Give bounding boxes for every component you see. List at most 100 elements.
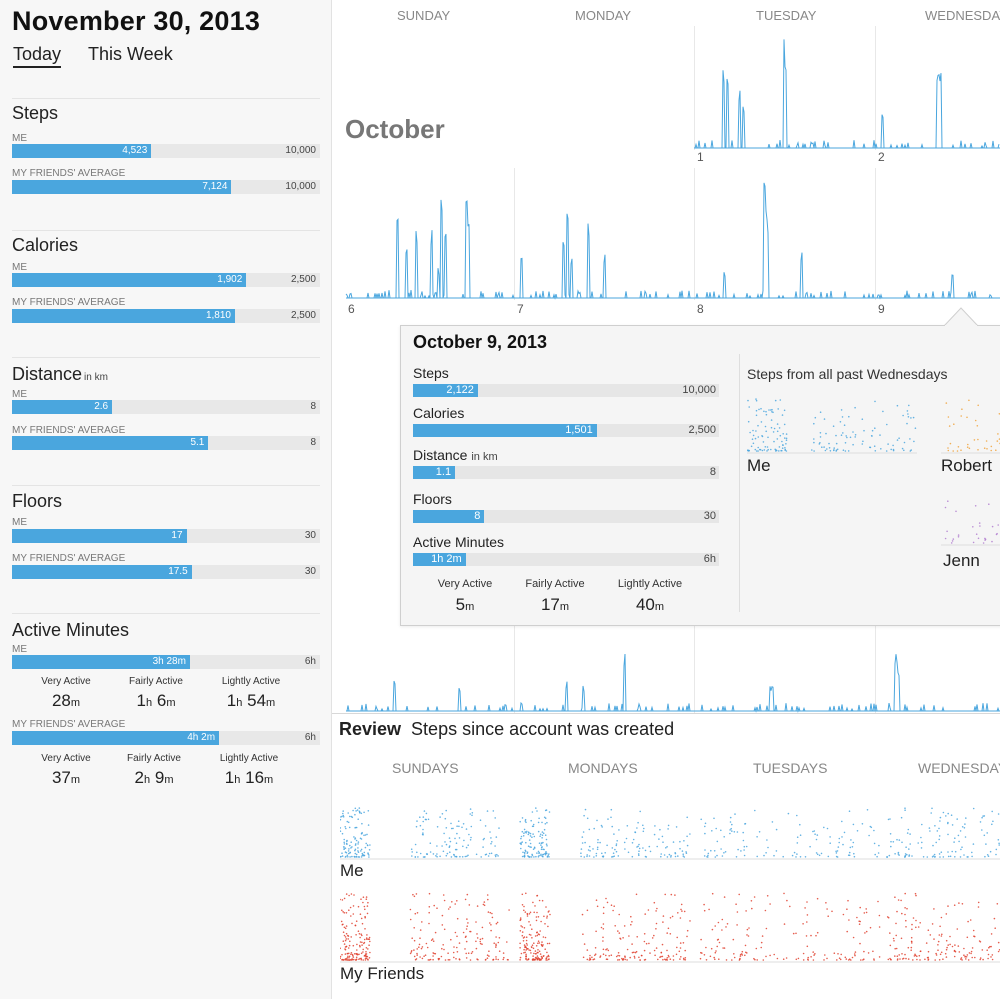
week-2-steps-chart[interactable] — [345, 168, 1000, 300]
scatter-dot — [456, 917, 459, 920]
scatter-dot — [368, 856, 370, 858]
scatter-dot — [532, 833, 534, 835]
scatter-dot — [896, 958, 899, 960]
scatter-dot — [816, 834, 819, 836]
date-2[interactable]: 2 — [878, 150, 885, 164]
scatter-dot — [675, 953, 678, 956]
popup-person-me[interactable]: Me — [747, 456, 771, 476]
scatter-dot — [894, 955, 896, 957]
scatter-dot — [792, 932, 795, 935]
review-friends-scatter[interactable] — [340, 890, 1000, 963]
scatter-dot — [350, 915, 352, 917]
scatter-dot — [627, 851, 630, 854]
scatter-dot — [536, 934, 539, 937]
scatter-dot — [355, 956, 358, 959]
scatter-dot — [589, 954, 591, 957]
tab-today[interactable]: Today — [13, 44, 62, 68]
date-1[interactable]: 1 — [697, 150, 704, 164]
popup-calories-bar: 1,501 2,500 — [413, 424, 719, 437]
scatter-dot — [756, 855, 758, 858]
scatter-dot — [362, 948, 364, 951]
scatter-dot — [960, 449, 962, 451]
scatter-dot — [939, 820, 941, 822]
date-9[interactable]: 9 — [878, 302, 885, 316]
scatter-dot — [343, 926, 346, 929]
scatter-dot — [720, 848, 722, 850]
floors-title: Floors — [12, 491, 63, 511]
scatter-dot — [913, 440, 915, 443]
scatter-dot — [494, 854, 497, 856]
scatter-dot — [648, 845, 651, 848]
scatter-dot — [903, 449, 905, 452]
scatter-dot — [966, 416, 968, 419]
scatter-dot — [539, 953, 542, 955]
scatter-dot — [750, 445, 753, 448]
week-3-steps-chart[interactable] — [346, 626, 1000, 713]
scatter-dot — [354, 807, 357, 810]
scatter-dot — [677, 912, 679, 914]
popup-person-jenn[interactable]: Jenn — [943, 551, 980, 571]
scatter-dot — [538, 899, 541, 902]
popup-person-robert[interactable]: Robert — [941, 456, 992, 476]
scatter-dot — [979, 941, 982, 943]
scatter-dot — [523, 944, 526, 946]
week-1-steps-chart[interactable] — [694, 26, 1000, 150]
scatter-dot — [947, 449, 950, 452]
scatter-dot — [889, 932, 891, 934]
scatter-dot — [861, 418, 864, 420]
scatter-dot — [947, 416, 950, 418]
scatter-dot — [456, 946, 458, 949]
scatter-dot — [340, 957, 341, 960]
scatter-dot — [525, 953, 527, 956]
scatter-dot — [913, 955, 916, 957]
scatter-dot — [890, 840, 892, 843]
scatter-dot — [922, 856, 925, 858]
scatter-dot — [874, 427, 876, 429]
popup-distance-fill: 1.1 — [413, 466, 456, 479]
tab-this-week[interactable]: This Week — [88, 44, 173, 65]
date-7[interactable]: 7 — [517, 302, 524, 316]
scatter-dot — [986, 854, 989, 856]
date-6[interactable]: 6 — [348, 302, 355, 316]
scatter-dot — [589, 957, 591, 959]
scatter-dot — [710, 849, 712, 852]
scatter-dot — [595, 899, 598, 901]
scatter-dot — [773, 854, 775, 857]
scatter-dot — [745, 910, 747, 912]
review-me-scatter[interactable] — [340, 805, 1000, 860]
scatter-dot — [610, 954, 613, 956]
scatter-dot — [861, 823, 864, 825]
scatter-dot — [644, 855, 647, 858]
scatter-dot — [348, 944, 351, 947]
scatter-dot — [414, 843, 417, 846]
scatter-dot — [476, 937, 479, 939]
scatter-dot — [636, 827, 638, 829]
scatter-dot — [536, 810, 538, 812]
popup-pointer — [944, 307, 978, 326]
scatter-dot — [626, 948, 629, 951]
scatter-dot — [812, 959, 815, 961]
day-header-wednesday: WEDNESDAY — [925, 8, 1000, 23]
scatter-dot — [954, 856, 956, 858]
scatter-dot — [686, 935, 688, 938]
scatter-dot — [752, 442, 755, 445]
scatter-dot — [465, 828, 468, 830]
scatter-dot — [990, 449, 992, 452]
scatter-dot — [782, 444, 784, 446]
scatter-dot — [544, 852, 546, 855]
scatter-dot — [908, 404, 910, 407]
scatter-dot — [421, 921, 423, 923]
scatter-dot — [970, 950, 973, 953]
scatter-dot — [825, 432, 827, 435]
scatter-dot — [535, 807, 537, 809]
date-8[interactable]: 8 — [697, 302, 704, 316]
scatter-dot — [367, 824, 370, 826]
scatter-dot — [340, 947, 341, 950]
scatter-dot — [723, 947, 726, 949]
scatter-dot — [637, 821, 639, 824]
scatter-dot — [470, 952, 473, 955]
scatter-dot — [618, 932, 621, 934]
scatter-dot — [429, 958, 432, 961]
scatter-dot — [821, 446, 823, 448]
scatter-dot — [546, 821, 548, 824]
